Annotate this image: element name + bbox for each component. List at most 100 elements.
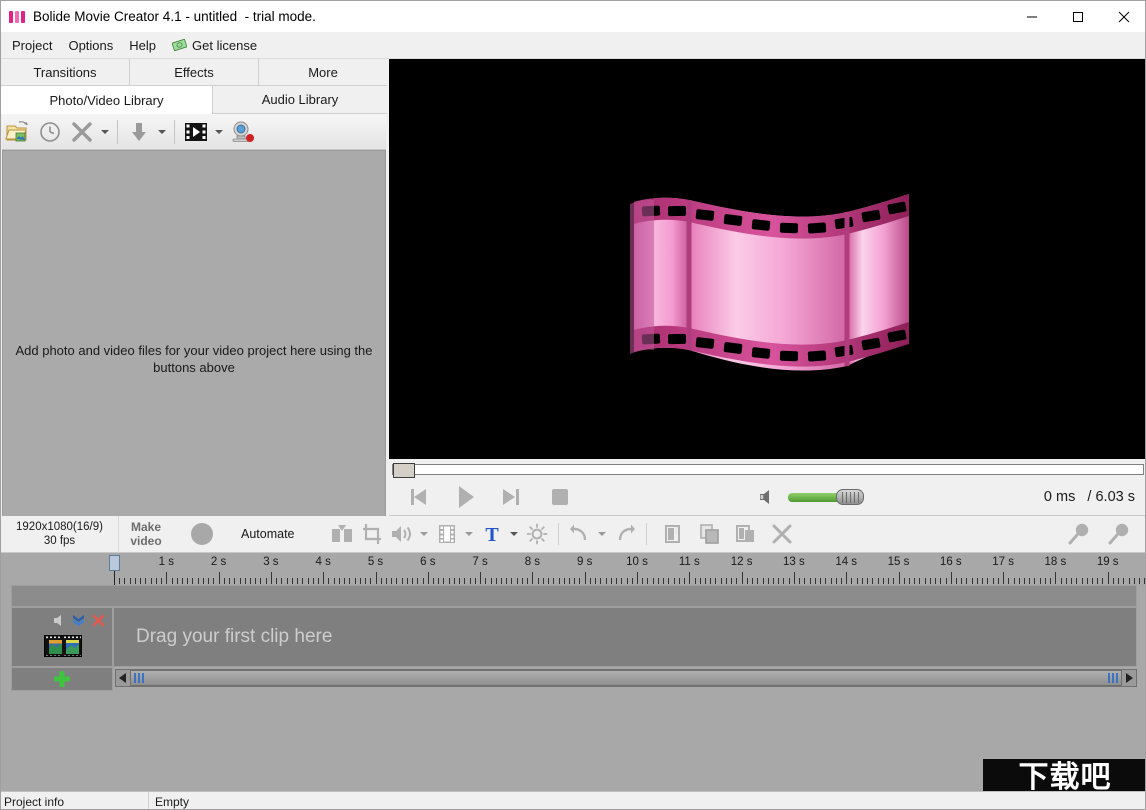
undo-icon[interactable]: [565, 519, 595, 549]
paste-clip-icon[interactable]: [731, 519, 761, 549]
add-track-button[interactable]: [11, 667, 113, 691]
make-video-button[interactable]: Make video: [121, 516, 171, 553]
automate-button[interactable]: Automate: [241, 527, 295, 541]
text-tool-icon[interactable]: T: [477, 519, 507, 549]
step-forward-button[interactable]: [493, 480, 527, 514]
menu-item-help[interactable]: Help: [121, 35, 164, 56]
audio-dropdown-caret-icon[interactable]: [417, 519, 432, 549]
tab-transitions[interactable]: Transitions: [1, 59, 130, 86]
crop-icon[interactable]: [357, 519, 387, 549]
sub-tab-strip: Photo/Video Library Audio Library: [1, 86, 387, 114]
ruler-tick-minor: [925, 578, 926, 584]
scroll-right-arrow-icon[interactable]: [1122, 670, 1136, 686]
zoom-out-icon[interactable]: [1059, 519, 1099, 549]
ruler-tick-minor: [674, 578, 675, 584]
play-button[interactable]: [449, 480, 483, 514]
speaker-icon[interactable]: [754, 487, 780, 507]
download-dropdown-caret-icon[interactable]: [155, 116, 169, 148]
scroll-grip-left[interactable]: [134, 673, 144, 683]
tab-more[interactable]: More: [259, 59, 387, 86]
empty-area: [1, 703, 1146, 791]
track-mute-icon[interactable]: [52, 614, 65, 632]
filmstrip-effects-icon[interactable]: [432, 519, 462, 549]
track-dropzone[interactable]: Drag your first clip here: [113, 607, 1137, 667]
menu-item-get-license[interactable]: Get license: [164, 35, 265, 56]
cut-clip-icon[interactable]: [659, 519, 689, 549]
seek-thumb[interactable]: [393, 463, 415, 478]
download-arrow-icon[interactable]: [123, 116, 155, 148]
track-header[interactable]: [11, 607, 113, 667]
ruler-tick-minor: [579, 578, 580, 584]
menu-item-options[interactable]: Options: [60, 35, 121, 56]
join-clips-icon[interactable]: [327, 519, 357, 549]
ruler-tick-minor: [281, 578, 282, 584]
ruler-tick-minor: [224, 578, 225, 584]
ruler-tick-minor: [1118, 578, 1119, 584]
volume-thumb[interactable]: [836, 489, 864, 505]
tab-effects[interactable]: Effects: [130, 59, 259, 86]
ruler-tick-minor: [302, 578, 303, 584]
webcam-record-icon[interactable]: [226, 116, 258, 148]
ruler-tick-minor: [449, 578, 450, 584]
redo-icon[interactable]: [610, 519, 640, 549]
close-button[interactable]: [1101, 1, 1146, 32]
ruler-tick-minor: [867, 578, 868, 584]
scroll-left-arrow-icon[interactable]: [116, 670, 130, 686]
tab-audio-library[interactable]: Audio Library: [213, 86, 387, 114]
step-back-button[interactable]: [403, 480, 437, 514]
menu-item-project[interactable]: Project: [4, 35, 60, 56]
delete-clip-icon[interactable]: [767, 519, 797, 549]
ruler-tick-minor: [459, 578, 460, 584]
ruler-tick-minor: [878, 578, 879, 584]
add-files-icon[interactable]: [2, 116, 34, 148]
timeline-ruler[interactable]: 1 s2 s3 s4 s5 s6 s7 s8 s9 s10 s11 s12 s1…: [1, 553, 1146, 585]
ruler-tick-minor: [914, 578, 915, 584]
audio-volume-icon[interactable]: [387, 519, 417, 549]
zoom-in-icon[interactable]: [1099, 519, 1139, 549]
ruler-tick-minor: [710, 578, 711, 584]
text-dropdown-caret-icon[interactable]: [507, 519, 522, 549]
ruler-tick-minor: [370, 578, 371, 584]
track-collapse-icon[interactable]: [71, 613, 86, 632]
stop-button[interactable]: [543, 480, 577, 514]
library-placeholder-text: Add photo and video files for your video…: [14, 342, 374, 376]
ruler-label: 14 s: [835, 556, 857, 568]
app-logo-icon: [9, 9, 25, 25]
record-dot-button[interactable]: [191, 523, 213, 545]
toolbar-separator: [117, 120, 118, 144]
remove-x-icon[interactable]: [66, 116, 98, 148]
volume-slider[interactable]: [788, 489, 866, 505]
remove-dropdown-caret-icon[interactable]: [98, 116, 112, 148]
timeline-scrollbar[interactable]: [115, 669, 1137, 687]
ruler-tick-major: [271, 572, 272, 584]
scroll-grip-right[interactable]: [1108, 673, 1118, 683]
ruler-tick-minor: [1050, 578, 1051, 584]
seek-bar[interactable]: [389, 459, 1146, 479]
library-dropzone[interactable]: Add photo and video files for your video…: [2, 150, 386, 568]
minimize-button[interactable]: [1009, 1, 1055, 32]
recent-clock-icon[interactable]: [34, 116, 66, 148]
ruler-label: 6 s: [420, 556, 435, 568]
ruler-tick-minor: [1134, 578, 1135, 584]
ruler-tick-minor: [841, 578, 842, 584]
brightness-icon[interactable]: [522, 519, 552, 549]
status-project-state: Empty: [149, 795, 189, 809]
playhead[interactable]: [109, 555, 120, 585]
ruler-tick-minor: [715, 578, 716, 584]
menu-bar: Project Options Help Get license: [1, 32, 1146, 59]
ruler-tick-minor: [632, 578, 633, 584]
ruler-tick-minor: [203, 578, 204, 584]
ruler-tick-minor: [789, 578, 790, 584]
capture-dropdown-caret-icon[interactable]: [212, 116, 226, 148]
maximize-button[interactable]: [1055, 1, 1101, 32]
video-preview[interactable]: [389, 59, 1146, 459]
tab-photo-video-library[interactable]: Photo/Video Library: [1, 86, 213, 114]
capture-film-icon[interactable]: [180, 116, 212, 148]
undo-dropdown-caret-icon[interactable]: [595, 519, 610, 549]
ruler-tick-minor: [1008, 578, 1009, 584]
track-delete-icon[interactable]: [92, 614, 105, 632]
timeline-scroll-thumb[interactable]: [130, 670, 1122, 686]
filmstrip-dropdown-caret-icon[interactable]: [462, 519, 477, 549]
seek-track[interactable]: [392, 464, 1144, 475]
copy-clip-icon[interactable]: [695, 519, 725, 549]
